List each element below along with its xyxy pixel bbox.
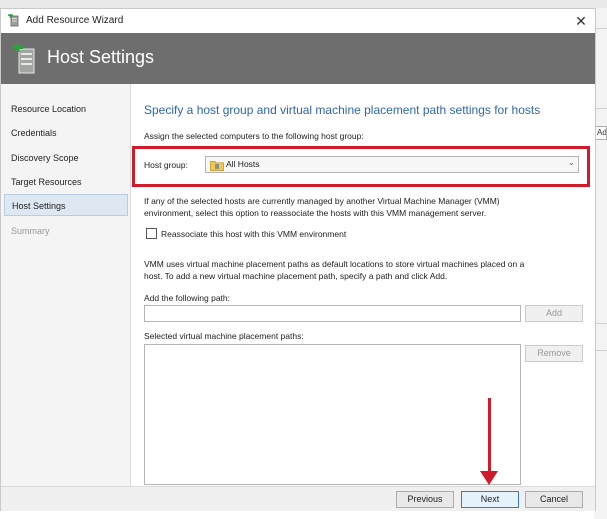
add-path-input[interactable] [144, 305, 521, 322]
assign-host-group-label: Assign the selected computers to the fol… [144, 131, 364, 141]
sidebar-item-summary: Summary [11, 226, 50, 236]
close-icon[interactable]: ✕ [571, 11, 591, 31]
sidebar-item-discovery-scope[interactable]: Discovery Scope [4, 147, 128, 169]
host-server-icon [13, 43, 35, 74]
wizard-app-icon [8, 14, 19, 27]
host-group-dropdown[interactable]: All Hosts ⌄ [205, 156, 579, 173]
annotation-arrow-head [480, 471, 498, 485]
section-heading: Specify a host group and virtual machine… [144, 103, 541, 117]
window-title: Add Resource Wizard [26, 15, 124, 26]
sidebar-item-host-settings[interactable]: Host Settings [4, 194, 128, 216]
placement-path-description-line2: host. To add a new virtual machine place… [144, 271, 448, 281]
page-title: Host Settings [47, 47, 155, 67]
wizard-steps-sidebar: Resource Location Credentials Discovery … [1, 84, 131, 486]
host-group-selected-value: All Hosts [226, 159, 260, 169]
reassociate-description-line2: environment, select this option to reass… [144, 208, 487, 218]
selected-paths-label: Selected virtual machine placement paths… [144, 331, 304, 341]
remove-path-button[interactable]: Remove [525, 345, 583, 362]
sidebar-item-target-resources[interactable]: Target Resources [4, 171, 128, 193]
add-resource-wizard-window: Add Resource Wizard ✕ Host Settings Reso… [0, 8, 596, 511]
cancel-button[interactable]: Cancel [525, 491, 583, 508]
annotation-arrow-shaft [488, 398, 491, 476]
chevron-down-icon: ⌄ [568, 158, 575, 167]
title-bar: Add Resource Wizard ✕ [1, 9, 595, 33]
reassociate-description-line1: If any of the selected hosts are current… [144, 196, 500, 206]
wizard-footer: Previous Next Cancel [1, 486, 595, 511]
add-path-label: Add the following path: [144, 293, 231, 303]
host-group-folder-icon [210, 161, 224, 171]
background-window-toolbar [0, 0, 607, 8]
next-button[interactable]: Next [461, 491, 519, 508]
add-path-button[interactable]: Add [525, 305, 583, 322]
reassociate-checkbox[interactable] [146, 228, 157, 239]
placement-path-description-line1: VMM uses virtual machine placement paths… [144, 259, 525, 269]
reassociate-checkbox-label[interactable]: Reassociate this host with this VMM envi… [161, 228, 346, 240]
previous-button[interactable]: Previous [396, 491, 454, 508]
main-content: Specify a host group and virtual machine… [132, 84, 595, 486]
host-group-label: Host group: [144, 160, 188, 170]
selected-paths-list[interactable] [144, 344, 521, 485]
sidebar-item-credentials[interactable]: Credentials [4, 122, 128, 144]
sidebar-item-resource-location[interactable]: Resource Location [4, 98, 128, 120]
page-banner: Host Settings [1, 33, 595, 84]
